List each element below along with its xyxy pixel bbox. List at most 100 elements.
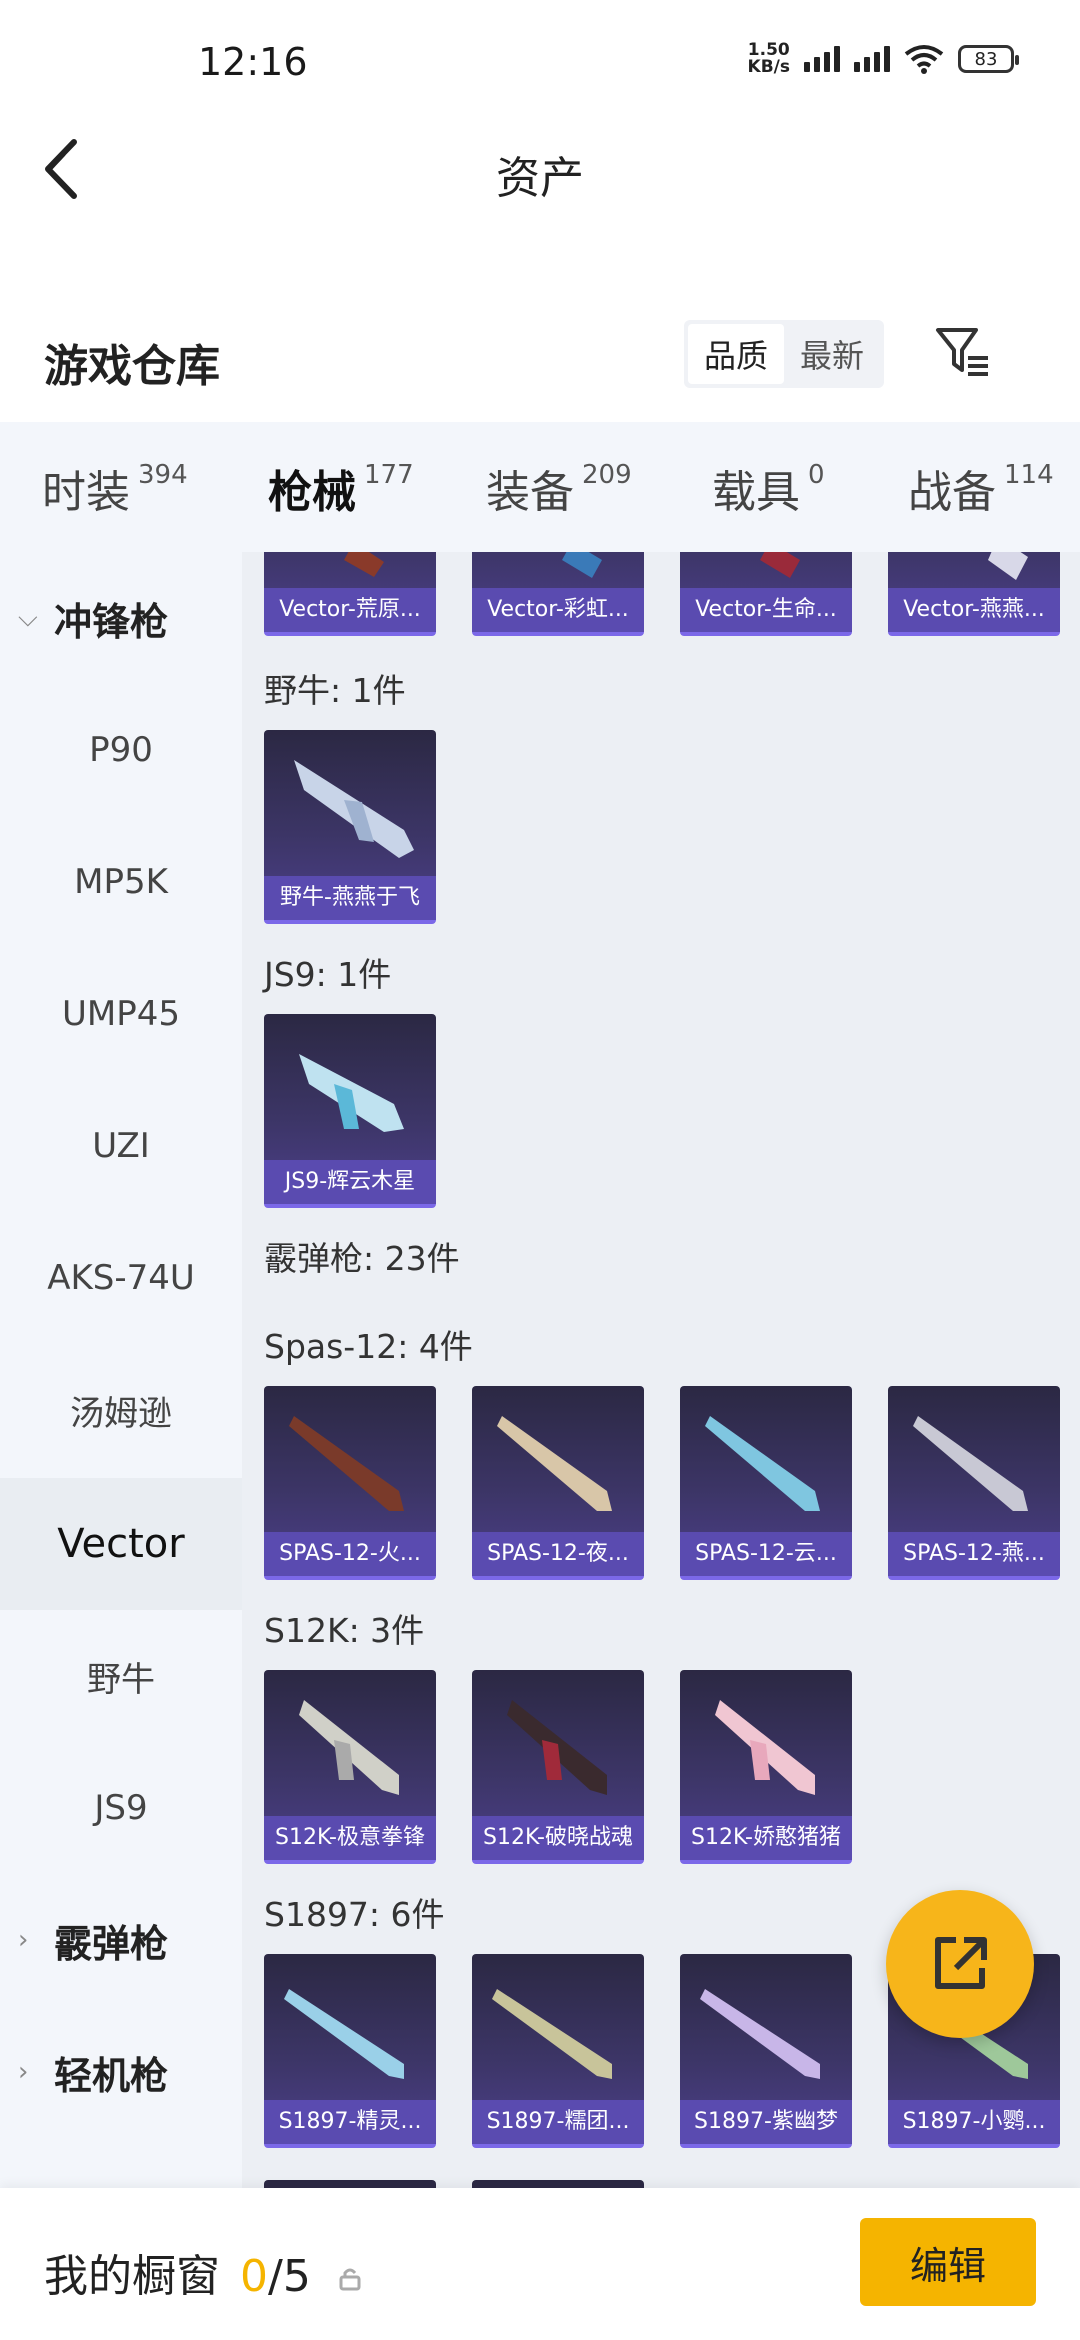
page-title: 资产 [496, 153, 584, 204]
sidebar-item-mp5k[interactable]: MP5K [0, 816, 242, 948]
weapon-card-label: Vector-生命... [680, 588, 852, 632]
weapon-card-label: Vector-燕燕... [888, 588, 1060, 632]
battery-icon: 83 [958, 45, 1019, 73]
weapon-image [700, 1989, 820, 2079]
weapon-card-label: 野牛-燕燕于飞 [264, 876, 436, 920]
weapon-card[interactable]: SPAS-12-云... [680, 1386, 852, 1580]
sidebar-item-uzi[interactable]: UZI [0, 1080, 242, 1212]
weapon-image [913, 1416, 1028, 1511]
section-label-shotgun: 霰弹枪: 23件 [264, 1239, 460, 1278]
weapon-card-label: SPAS-12-云... [680, 1532, 852, 1576]
weapon-card[interactable]: S1897-糯团... [472, 1954, 644, 2148]
weapon-card-label: SPAS-12-燕... [888, 1532, 1060, 1576]
tab-weapons[interactable]: 枪械 177 [268, 456, 414, 564]
weapon-image [344, 552, 384, 577]
weapon-card[interactable]: Vector-彩虹... [472, 552, 644, 636]
weapon-card[interactable]: S1897-精灵... [264, 1954, 436, 2148]
tab-count: 114 [1004, 460, 1054, 490]
filter-icon[interactable] [932, 322, 992, 382]
weapon-card-label: SPAS-12-夜... [472, 1532, 644, 1576]
app-header: 资产 [0, 120, 1080, 220]
weapon-image [497, 1416, 612, 1511]
lock-icon [339, 2268, 361, 2291]
edit-button[interactable]: 编辑 [860, 2218, 1036, 2306]
sidebar-item-ump45[interactable]: UMP45 [0, 948, 242, 1080]
weapon-image [289, 1416, 404, 1511]
sidebar-group-label: 霰弹枪 [54, 1921, 169, 1966]
weapon-card[interactable]: S1897-紫幽梦 [680, 1954, 852, 2148]
tab-count: 0 [808, 460, 825, 490]
weapon-card-label: S12K-极意拳锋 [264, 1816, 436, 1860]
chevron-right-icon: › [18, 1925, 29, 1955]
tab-supplies[interactable]: 战备 114 [908, 456, 1054, 520]
sidebar-item-vector[interactable]: Vector [0, 1478, 242, 1610]
weapon-image [760, 552, 800, 578]
weapon-image [299, 1700, 399, 1795]
showcase-current-count: 0 [240, 2251, 268, 2302]
sidebar-item-p90[interactable]: P90 [0, 684, 242, 816]
weapon-card[interactable]: SPAS-12-火... [264, 1386, 436, 1580]
tab-count: 177 [364, 460, 414, 490]
weapon-card[interactable]: Vector-荒原... [264, 552, 436, 636]
network-speed-unit: KB/s [747, 57, 790, 77]
sidebar-item-thompson[interactable]: 汤姆逊 [0, 1344, 242, 1476]
share-button[interactable] [886, 1890, 1034, 2038]
weapon-card-label: Vector-荒原... [264, 588, 436, 632]
weapon-card[interactable]: S12K-极意拳锋 [264, 1670, 436, 1864]
sidebar-item-bison[interactable]: 野牛 [0, 1610, 242, 1742]
weapon-card[interactable]: Vector-燕燕... [888, 552, 1060, 636]
section-label-bison: 野牛: 1件 [264, 671, 406, 710]
showcase-status: 我的橱窗 0 / 5 [44, 2240, 363, 2304]
tab-label: 时装 [42, 467, 130, 518]
sidebar-group-shotgun[interactable]: › 霰弹枪 [0, 1874, 242, 2006]
weapon-card-label: S1897-小鹦... [888, 2100, 1060, 2144]
weapon-card-label: Vector-彩虹... [472, 588, 644, 632]
weapon-image [294, 760, 414, 858]
weapon-card[interactable] [264, 2180, 436, 2188]
weapon-image [715, 1700, 815, 1795]
weapon-image [492, 1989, 612, 2079]
weapon-card[interactable]: SPAS-12-燕... [888, 1386, 1060, 1580]
battery-level: 83 [974, 48, 998, 70]
tab-label: 载具 [712, 467, 800, 518]
showcase-separator: / [268, 2251, 283, 2302]
weapon-card-label: S1897-精灵... [264, 2100, 436, 2144]
weapon-card[interactable]: SPAS-12-夜... [472, 1386, 644, 1580]
tab-count: 209 [582, 460, 632, 490]
section-label-js9: JS9: 1件 [264, 955, 392, 994]
clock: 12:16 [198, 40, 308, 84]
warehouse-row: 游戏仓库 品质 最新 [0, 300, 1080, 420]
weapon-card[interactable] [472, 2180, 644, 2188]
tab-label: 战备 [908, 467, 996, 518]
wifi-icon [904, 45, 944, 74]
weapon-card-label: JS9-辉云木星 [264, 1160, 436, 1204]
tab-equipment[interactable]: 装备 209 [486, 456, 632, 520]
tab-fashion[interactable]: 时装 394 [42, 456, 188, 520]
sidebar-group-smg[interactable]: ⌵ 冲锋枪 [0, 552, 242, 684]
weapon-card[interactable]: S12K-破晓战魂 [472, 1670, 644, 1864]
weapon-card[interactable]: S12K-娇憨猪猪 [680, 1670, 852, 1864]
sort-latest-button[interactable]: 最新 [784, 324, 880, 384]
weapon-image [284, 1989, 404, 2079]
sort-quality-button[interactable]: 品质 [688, 324, 784, 384]
showcase-bar: 我的橱窗 0 / 5 编辑 [0, 2188, 1080, 2340]
weapon-image [988, 552, 1028, 580]
tab-vehicles[interactable]: 载具 0 [712, 456, 825, 520]
weapon-card-label: S12K-娇憨猪猪 [680, 1816, 852, 1860]
weapon-card[interactable]: 野牛-燕燕于飞 [264, 730, 436, 924]
warehouse-title: 游戏仓库 [44, 341, 220, 392]
section-label-s12k: S12K: 3件 [264, 1611, 425, 1650]
weapon-image [299, 1054, 404, 1132]
weapon-card[interactable]: JS9-辉云木星 [264, 1014, 436, 1208]
weapon-image [705, 1416, 820, 1511]
category-tabs: 时装 394 枪械 177 装备 209 载具 0 战备 114 [0, 422, 1080, 564]
tab-label: 枪械 [268, 467, 356, 518]
sidebar-group-lmg[interactable]: › 轻机枪 [0, 2006, 242, 2138]
sort-toggle: 品质 最新 [684, 320, 884, 388]
sidebar-item-aks74u[interactable]: AKS-74U [0, 1212, 242, 1344]
status-icons: 1.50 KB/s 83 [747, 42, 1019, 77]
chevron-down-icon: ⌵ [18, 602, 38, 633]
sidebar-item-js9[interactable]: JS9 [0, 1742, 242, 1874]
weapon-card[interactable]: Vector-生命... [680, 552, 852, 636]
weapon-card-label: S1897-紫幽梦 [680, 2100, 852, 2144]
